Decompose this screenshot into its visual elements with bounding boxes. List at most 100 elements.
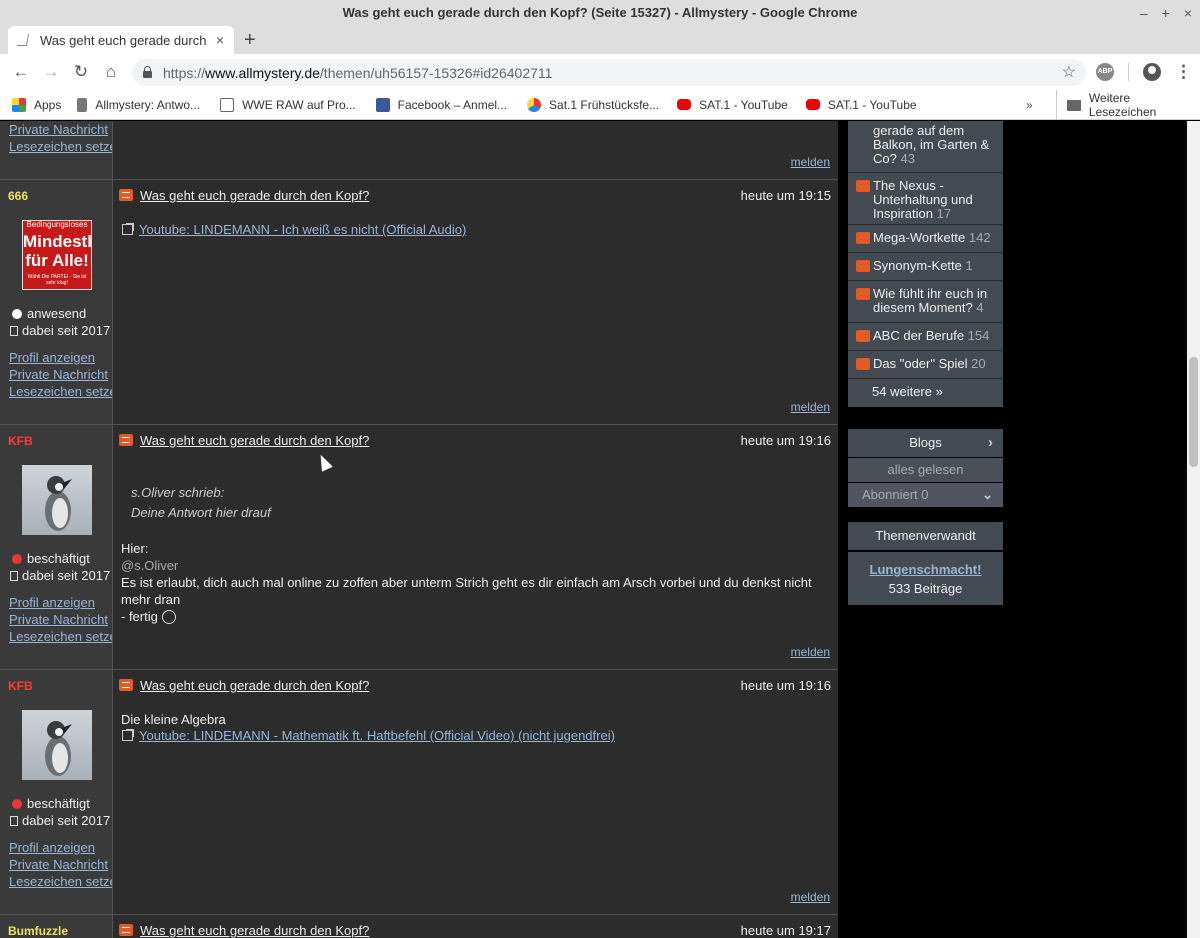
youtube-icon [677, 99, 692, 110]
related-thread-link[interactable]: Lungenschmacht! [848, 562, 1003, 577]
bookmark-sat1-fruehstueck[interactable]: Sat.1 Frühstücksfe... [527, 97, 659, 112]
youtube-link[interactable]: Youtube: LINDEMANN - Mathematik ft. Haft… [122, 728, 615, 743]
post-title[interactable]: Was geht euch gerade durch den Kopf? [140, 433, 369, 448]
chrome-menu-icon[interactable]: ⋮ [1175, 62, 1192, 82]
report-link[interactable]: melden [791, 155, 830, 169]
set-bookmark-link[interactable]: Lesezeichen setzen [9, 384, 112, 399]
set-bookmark-link[interactable]: Lesezeichen setzen [9, 874, 112, 889]
bookmark-star-icon[interactable]: ☆ [1062, 62, 1076, 82]
chevron-down-icon[interactable]: ⌄ [982, 483, 993, 507]
scrollbar-thumb[interactable] [1189, 357, 1198, 467]
lock-icon[interactable] [142, 66, 153, 78]
folder-label: Weitere Lesezeichen [1088, 91, 1157, 119]
more-threads-link[interactable]: 54 weitere » [848, 379, 1003, 407]
sidebar-thread-item[interactable]: Wie fühlt ihr euch in diesem Moment? 4 [848, 281, 1003, 323]
post-username[interactable]: KFB [8, 434, 33, 448]
minimize-icon[interactable]: – [1140, 0, 1148, 26]
page-content: Private Nachricht Lesezeichen setzen mel… [0, 121, 1187, 938]
new-tab-icon[interactable]: + [244, 26, 256, 54]
facebook-icon [375, 97, 390, 112]
bookmark-sat1-youtube[interactable]: SAT.1 - YouTube [677, 98, 788, 112]
private-message-link[interactable]: Private Nachricht [9, 367, 108, 382]
sidebar-thread-item[interactable]: Das "oder" Spiel 20 [848, 351, 1003, 379]
browser-tab[interactable]: Was geht euch gerade durch de × [8, 26, 234, 54]
sidebar-thread-item[interactable]: gerade auf dem Balkon, im Garten & Co? 4… [848, 121, 1003, 173]
allmystery-favicon-icon [16, 34, 30, 46]
thread-icon [856, 232, 870, 244]
sidebar-thread-list: gerade auf dem Balkon, im Garten & Co? 4… [848, 121, 1003, 407]
profile-avatar-icon[interactable] [1143, 63, 1161, 81]
bookmark-sat1-youtube-2[interactable]: SAT.1 - YouTube [805, 97, 917, 112]
post: KFB beschäftigt dabei seit 2017 Profil a… [0, 425, 838, 670]
bookmark-label: Facebook – Anmel... [397, 97, 508, 112]
bookmark-allmystery[interactable]: Allmystery: Antwo... [77, 97, 201, 112]
youtube-icon [805, 99, 820, 110]
sidebar-thread-item[interactable]: The Nexus - Unterhaltung und Inspiration… [848, 173, 1003, 225]
home-icon[interactable]: ⌂ [96, 62, 126, 82]
post-previous: Private Nachricht Lesezeichen setzen mel… [0, 121, 838, 180]
maximize-icon[interactable]: + [1162, 0, 1170, 26]
page-scrollbar[interactable] [1187, 121, 1200, 938]
all-read-button[interactable]: alles gelesen [848, 458, 1003, 482]
avatar[interactable] [22, 465, 92, 535]
sidebar-thread-item[interactable]: Mega-Wortkette 142 [848, 225, 1003, 253]
external-link-icon [122, 223, 134, 235]
post-username[interactable]: KFB [8, 679, 33, 693]
private-message-link[interactable]: Private Nachricht [9, 122, 108, 137]
user-mention[interactable]: @s.Oliver [121, 557, 836, 574]
bookmarks-overflow-icon[interactable]: » [1026, 90, 1033, 120]
avatar-subtext: Wählt Die PARTEI - Sie ist sehr klug! [27, 274, 87, 286]
bookmark-apps[interactable]: Apps [12, 97, 61, 112]
adblock-plus-icon[interactable]: ABP [1096, 63, 1114, 81]
document-icon [220, 97, 235, 112]
report-link[interactable]: melden [791, 645, 830, 659]
bookmark-wwe-raw[interactable]: WWE RAW auf Pro... [220, 97, 356, 112]
reload-icon[interactable]: ↻ [66, 62, 96, 82]
close-window-icon[interactable]: × [1184, 0, 1192, 26]
bookmark-folder-other[interactable]: Weitere Lesezeichen [1056, 90, 1200, 120]
bookmark-label: Allmystery: Antwo... [95, 97, 201, 112]
online-status: beschäftigt [12, 796, 90, 811]
blogs-header[interactable]: Blogs › [848, 429, 1003, 457]
bookmark-label: SAT.1 - YouTube [827, 97, 917, 112]
thread-icon [856, 288, 870, 300]
address-bar[interactable]: https://www.allmystery.de/themen/uh56157… [132, 59, 1086, 86]
post-title[interactable]: Was geht euch gerade durch den Kopf? [140, 923, 369, 938]
post-quote: s.Oliver schrieb: Deine Antwort hier dra… [131, 483, 271, 523]
youtube-link[interactable]: Youtube: LINDEMANN - Ich weiß es nicht (… [122, 222, 466, 237]
profile-link[interactable]: Profil anzeigen [9, 840, 95, 855]
post-user-panel: KFB beschäftigt dabei seit 2017 Profil a… [0, 670, 113, 914]
post-username[interactable]: Bumfuzzle [8, 924, 68, 938]
online-status: anwesend [12, 306, 86, 321]
thread-icon [856, 260, 870, 272]
avatar[interactable]: Bedingungsloses Mindesthirn für Alle! Wä… [22, 220, 92, 290]
private-message-link[interactable]: Private Nachricht [9, 612, 108, 627]
post-time: heute um 19:16 [740, 433, 831, 448]
quote-author: s.Oliver schrieb: [131, 485, 225, 500]
close-tab-icon[interactable]: × [216, 32, 224, 48]
post-username[interactable]: 666 [8, 189, 28, 203]
post-title[interactable]: Was geht euch gerade durch den Kopf? [140, 678, 369, 693]
penguin-avatar-image [45, 476, 72, 531]
window-titlebar: Was geht euch gerade durch den Kopf? (Se… [0, 0, 1200, 26]
sidebar-thread-item[interactable]: ABC der Berufe 154 [848, 323, 1003, 351]
post-title[interactable]: Was geht euch gerade durch den Kopf? [140, 188, 369, 203]
subscribed-dropdown[interactable]: Abonniert 0 ⌄ [848, 483, 1003, 507]
private-message-link[interactable]: Private Nachricht [9, 857, 108, 872]
chevron-right-icon[interactable]: › [988, 429, 993, 457]
report-link[interactable]: melden [791, 890, 830, 904]
set-bookmark-link[interactable]: Lesezeichen setzen [9, 139, 112, 154]
status-dot-icon [12, 308, 22, 319]
sat1-icon [527, 97, 542, 112]
back-icon[interactable]: ← [6, 62, 36, 82]
forward-icon[interactable]: → [36, 62, 66, 82]
sidebar-thread-item[interactable]: Synonym-Kette 1 [848, 253, 1003, 281]
set-bookmark-link[interactable]: Lesezeichen setzen [9, 629, 112, 644]
bookmark-facebook[interactable]: Facebook – Anmel... [375, 97, 508, 112]
avatar[interactable] [22, 710, 92, 780]
folder-icon [1067, 99, 1081, 111]
profile-link[interactable]: Profil anzeigen [9, 595, 95, 610]
report-link[interactable]: melden [791, 400, 830, 414]
calendar-icon [10, 571, 18, 581]
profile-link[interactable]: Profil anzeigen [9, 350, 95, 365]
